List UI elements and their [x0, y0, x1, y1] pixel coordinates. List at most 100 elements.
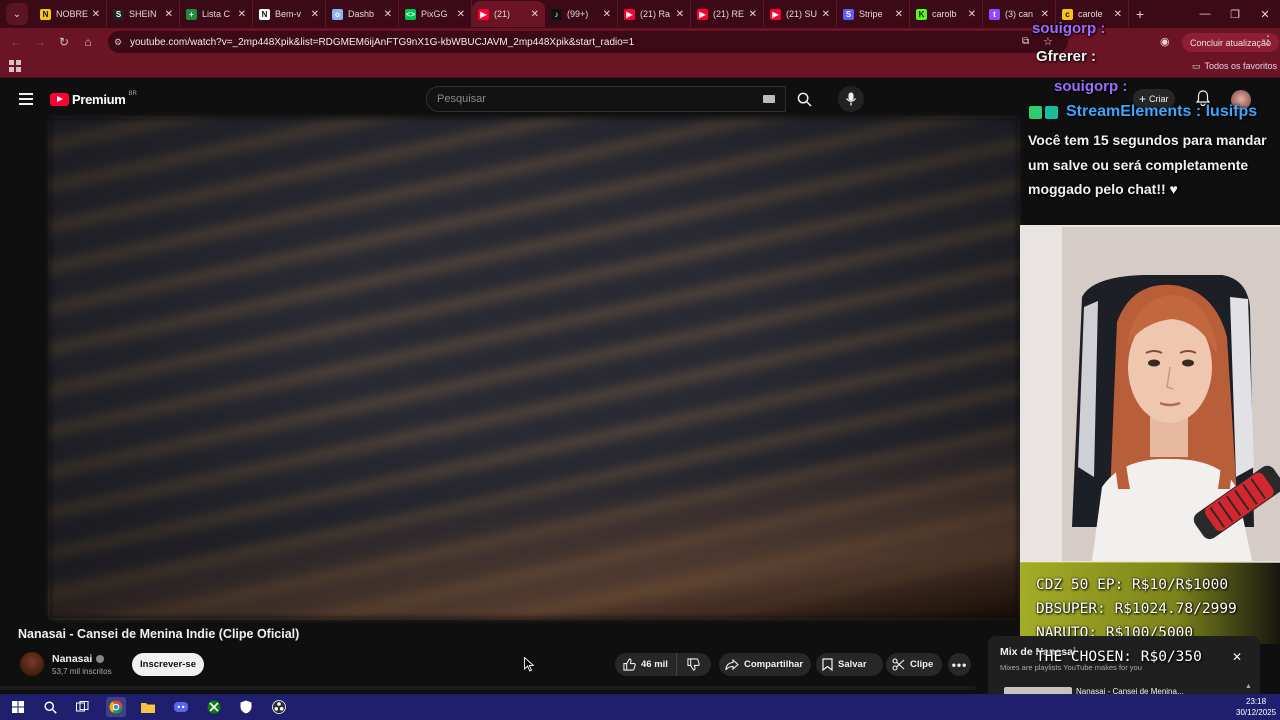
clip-button[interactable]: Clipe [886, 653, 942, 676]
tab-notion-icon: N [259, 8, 270, 20]
chrome-taskbar-icon[interactable] [106, 697, 126, 717]
tab-youtube-icon: ▶ [624, 8, 635, 20]
search-input[interactable]: Pesquisar [426, 86, 786, 112]
tab-close-icon[interactable]: ✕ [603, 9, 611, 20]
goal-line: THE CHOSEN: R$0/350 [1036, 649, 1202, 665]
site-info-icon[interactable]: ⚙ [114, 37, 130, 48]
task-view-icon[interactable] [72, 697, 92, 717]
windows-taskbar [0, 694, 1280, 720]
tab-stripe-icon: S [843, 8, 854, 20]
reload-icon[interactable]: ↻ [52, 35, 76, 49]
chat-username: souigorp : [1032, 20, 1106, 37]
xbox-icon[interactable] [204, 697, 224, 717]
clip-label: Clipe [910, 659, 934, 670]
tab-close-icon[interactable]: ✕ [165, 9, 173, 20]
tab-close-icon[interactable]: ✕ [238, 9, 246, 20]
browser-tab[interactable]: ▶ (21) Ra ✕ [618, 1, 691, 27]
scroll-up-icon[interactable]: ▲ [1245, 683, 1252, 690]
browser-tab[interactable]: ▶ (21) RE ✕ [691, 1, 764, 27]
tab-search-icon[interactable]: ⌄ [6, 3, 28, 25]
tab-globe-icon: o [332, 8, 343, 20]
browser-tab[interactable]: ▶ (21) SU ✕ [764, 1, 837, 27]
thumbs-up-icon [623, 658, 636, 671]
browser-tab[interactable]: ▶ (21) ✕ [472, 1, 545, 27]
bot-badge-icon [1045, 106, 1058, 119]
thumbs-down-icon [687, 658, 700, 671]
voice-search-button[interactable] [838, 86, 864, 112]
tab-close-icon[interactable]: ✕ [384, 9, 392, 20]
obs-icon[interactable] [269, 697, 289, 717]
browser-tab[interactable]: Kcarolb ✕ [910, 1, 983, 27]
microphone-icon [845, 92, 857, 106]
tab-pixgg-icon: <> [405, 8, 416, 20]
tab-close-icon[interactable]: ✕ [895, 9, 903, 20]
webcam-feed [1022, 227, 1280, 561]
youtube-premium-logo[interactable]: Premium BR [50, 91, 137, 107]
tab-label: Lista C [202, 9, 231, 19]
tab-close-icon[interactable]: ✕ [968, 9, 976, 20]
share-icon [725, 658, 739, 670]
tab-close-icon[interactable]: ✕ [822, 9, 830, 20]
browser-tab[interactable]: N Bem-v ✕ [253, 1, 326, 27]
search-icon [797, 92, 812, 107]
browser-tab[interactable]: + Lista C ✕ [180, 1, 253, 27]
channel-avatar[interactable] [20, 652, 44, 676]
tab-close-icon[interactable]: ✕ [311, 9, 319, 20]
chat-message: Você tem 15 segundos para mandar um salv… [1028, 132, 1267, 197]
apps-grid-icon[interactable] [9, 60, 21, 72]
security-shield-icon[interactable] [236, 697, 256, 717]
tab-close-icon[interactable]: ✕ [531, 9, 539, 20]
goal-line: CDZ 50 EP: R$10/R$1000 [1036, 577, 1229, 593]
tab-label: Stripe [859, 9, 883, 19]
taskbar-search-icon[interactable] [40, 697, 60, 717]
browser-tab[interactable]: N NOBRE ✕ [34, 1, 107, 27]
system-clock[interactable]: 23:18 30/12/2025 [1236, 696, 1276, 718]
tab-close-icon[interactable]: ✕ [749, 9, 757, 20]
tab-label: (21) SU [786, 9, 818, 19]
browser-tab[interactable]: S Stripe ✕ [837, 1, 910, 27]
goal-line: DBSUPER: R$1024.78/2999 [1036, 601, 1237, 617]
chat-username: Gfrerer : [1036, 48, 1097, 65]
scissors-icon [892, 658, 905, 671]
back-icon[interactable]: ← [4, 35, 28, 49]
keyboard-icon[interactable] [763, 95, 775, 103]
tab-close-icon[interactable]: ✕ [92, 9, 100, 20]
windows-start-icon[interactable] [8, 697, 28, 717]
home-icon[interactable]: ⌂ [76, 35, 100, 49]
more-actions-button[interactable]: ••• [948, 653, 971, 676]
url-text: youtube.com/watch?v=_2mp448Xpik&list=RDG… [130, 36, 635, 48]
subscribe-button[interactable]: Inscrever-se [132, 653, 204, 676]
tab-label: NOBRE [56, 9, 89, 19]
address-bar[interactable]: ⚙ youtube.com/watch?v=_2mp448Xpik&list=R… [108, 31, 1068, 53]
forward-icon[interactable]: → [28, 35, 52, 49]
hamburger-menu-icon[interactable] [19, 93, 33, 105]
tab-nobre-icon: N [40, 8, 51, 20]
browser-tab[interactable]: o Dashb ✕ [326, 1, 399, 27]
dislike-button[interactable] [677, 658, 710, 671]
tab-label: carolb [932, 9, 957, 19]
close-icon[interactable]: ✕ [1232, 650, 1242, 664]
search-placeholder: Pesquisar [437, 93, 486, 105]
tab-label: PixGG [421, 9, 448, 19]
like-button[interactable]: 46 mil [615, 653, 677, 676]
channel-name-link[interactable]: Nanasai [52, 653, 105, 665]
tab-label: (21) RE [713, 9, 745, 19]
tab-label: SHEIN [129, 9, 157, 19]
browser-tab[interactable]: S SHEIN ✕ [107, 1, 180, 27]
tab-shein-icon: S [113, 8, 124, 20]
bookmark-icon [822, 658, 833, 671]
share-button[interactable]: Compartilhar [719, 653, 811, 676]
tab-label: (21) Ra [640, 9, 671, 19]
search-button[interactable] [786, 86, 822, 112]
browser-tab[interactable]: ♪ (99+) ✕ [545, 1, 618, 27]
save-button[interactable]: Salvar [816, 653, 883, 676]
tab-label: Dashb [348, 9, 375, 19]
browser-tab[interactable]: <> PixGG ✕ [399, 1, 472, 27]
tab-close-icon[interactable]: ✕ [457, 9, 465, 20]
file-explorer-icon[interactable] [138, 697, 158, 717]
tab-label: (99+) [567, 9, 589, 19]
tab-close-icon[interactable]: ✕ [676, 9, 684, 20]
discord-icon[interactable] [171, 697, 191, 717]
youtube-play-icon [50, 93, 69, 106]
scroll-edge [0, 686, 975, 690]
